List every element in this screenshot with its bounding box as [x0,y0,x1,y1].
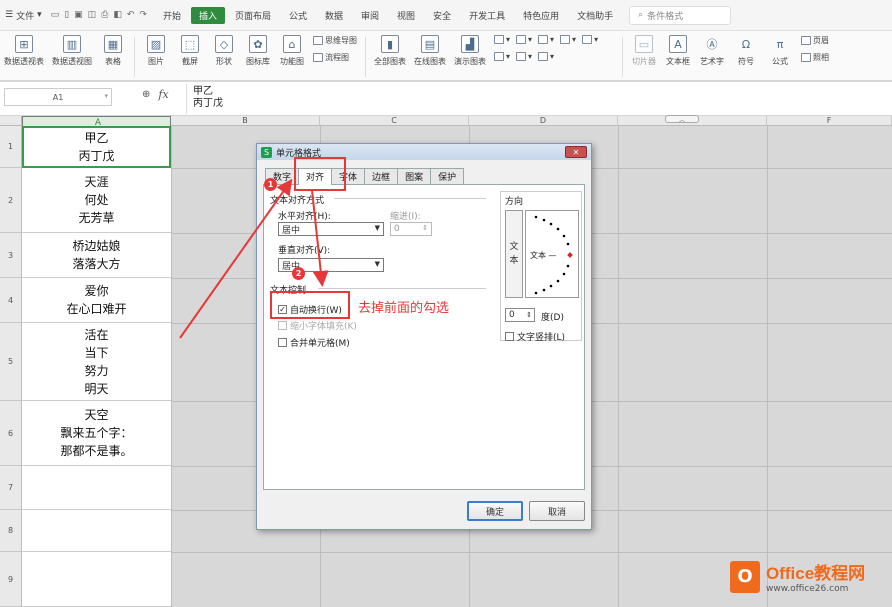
arrow-to-checkbox [311,189,329,287]
annotation-arrows [179,178,329,339]
watermark: O Office教程网 www.office26.com [730,559,865,594]
watermark-url: www.office26.com [766,584,849,594]
tab-alignment[interactable]: 对齐 [298,168,333,185]
watermark-title: Office教程网 [766,564,866,583]
office-logo-icon: O [730,560,760,593]
arrow-to-tab [179,178,293,339]
